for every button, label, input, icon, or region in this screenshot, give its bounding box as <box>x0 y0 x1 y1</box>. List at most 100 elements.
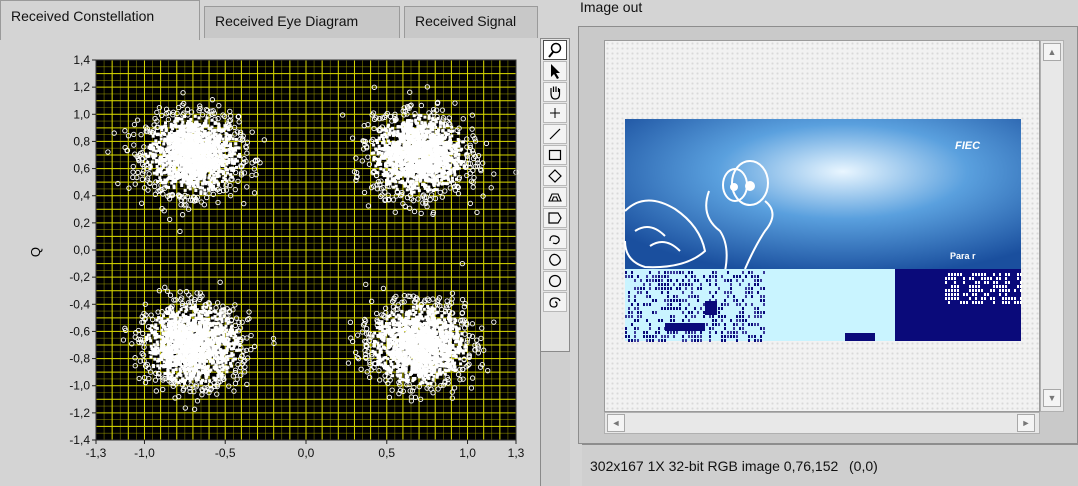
constellation-point <box>172 186 176 190</box>
constellation-point <box>420 133 424 137</box>
constellation-point <box>197 317 201 321</box>
constellation-point <box>167 176 171 180</box>
constellation-point <box>203 129 207 133</box>
constellation-point <box>456 137 460 141</box>
constellation-point <box>433 181 437 185</box>
constellation-point <box>228 154 232 158</box>
constellation-point <box>181 138 185 142</box>
constellation-point <box>168 136 172 140</box>
tab-received-eye-diagram[interactable]: Received Eye Diagram <box>204 6 400 38</box>
constellation-point <box>174 151 178 155</box>
constellation-point <box>218 365 222 369</box>
constellation-point <box>216 374 220 378</box>
constellation-point <box>448 163 452 167</box>
tab-received-signal[interactable]: Received Signal <box>404 6 538 38</box>
constellation-point <box>234 137 238 141</box>
constellation-point <box>393 162 397 166</box>
constellation-point <box>384 135 388 139</box>
constellation-point <box>451 129 455 133</box>
constellation-point <box>431 169 435 173</box>
tab-received-constellation[interactable]: Received Constellation <box>0 0 200 40</box>
constellation-point <box>192 181 196 185</box>
constellation-point <box>225 370 229 374</box>
constellation-point <box>214 363 218 367</box>
constellation-point <box>457 153 461 157</box>
constellation-point <box>207 340 211 344</box>
constellation-chart: Q 1,41,21,00,80,60,40,20,0-0,2-0,4-0,6-0… <box>28 53 525 460</box>
constellation-point <box>183 153 187 157</box>
constellation-point <box>214 147 218 151</box>
constellation-point <box>174 367 178 371</box>
constellation-point <box>160 146 164 150</box>
constellation-point <box>408 129 412 133</box>
constellation-point <box>217 166 221 170</box>
constellation-point <box>436 161 440 165</box>
constellation-point <box>225 162 229 166</box>
constellation-point <box>166 140 170 144</box>
constellation-point <box>177 137 181 141</box>
constellation-point <box>412 155 416 159</box>
constellation-point <box>406 133 410 137</box>
constellation-point <box>165 170 169 174</box>
constellation-point <box>447 141 451 145</box>
constellation-point <box>392 132 396 136</box>
constellation-point <box>148 151 152 155</box>
constellation-point <box>181 120 185 124</box>
constellation-point <box>153 153 157 157</box>
constellation-point <box>396 125 400 129</box>
constellation-point <box>185 166 189 170</box>
constellation-point <box>432 152 436 156</box>
constellation-point <box>210 155 214 159</box>
constellation-point <box>192 156 196 160</box>
constellation-point <box>144 152 148 156</box>
constellation-point <box>390 169 394 173</box>
constellation-point <box>173 170 177 174</box>
constellation-point <box>435 178 439 182</box>
constellation-point <box>159 133 163 137</box>
constellation-point <box>172 153 176 157</box>
constellation-point <box>423 115 427 119</box>
constellation-point <box>447 129 451 133</box>
constellation-point <box>432 184 436 188</box>
constellation-point <box>391 140 395 144</box>
constellation-point <box>199 190 203 194</box>
constellation-point <box>200 153 204 157</box>
constellation-point <box>226 332 230 336</box>
y-axis-label: Q <box>28 247 43 257</box>
constellation-point <box>155 340 159 344</box>
constellation-point <box>436 183 440 187</box>
constellation-point <box>398 139 402 143</box>
constellation-point <box>226 366 230 370</box>
constellation-point <box>377 147 381 151</box>
constellation-point <box>231 341 235 345</box>
constellation-point <box>179 308 183 312</box>
constellation-point <box>173 137 177 141</box>
constellation-point <box>440 148 444 152</box>
constellation-point <box>214 317 218 321</box>
constellation-point <box>405 163 409 167</box>
constellation-point <box>172 132 176 136</box>
constellation-point <box>180 183 184 187</box>
constellation-point <box>148 146 152 150</box>
constellation-point <box>207 151 211 155</box>
constellation-point <box>427 185 431 189</box>
constellation-point <box>213 176 217 180</box>
constellation-point <box>427 155 431 159</box>
constellation-point <box>159 137 163 141</box>
constellation-point <box>431 128 435 132</box>
constellation-point <box>199 172 203 176</box>
constellation-point <box>438 120 442 124</box>
constellation-point <box>188 187 192 191</box>
constellation-point <box>157 349 161 353</box>
constellation-point <box>410 122 414 126</box>
constellation-point <box>181 148 185 152</box>
constellation-point <box>229 145 233 149</box>
constellation-point <box>402 182 406 186</box>
constellation-point <box>405 179 409 183</box>
constellation-point <box>164 179 168 183</box>
constellation-point <box>416 155 420 159</box>
constellation-point <box>157 167 161 171</box>
constellation-point <box>427 178 431 182</box>
constellation-point <box>394 184 398 188</box>
constellation-point <box>382 141 386 145</box>
